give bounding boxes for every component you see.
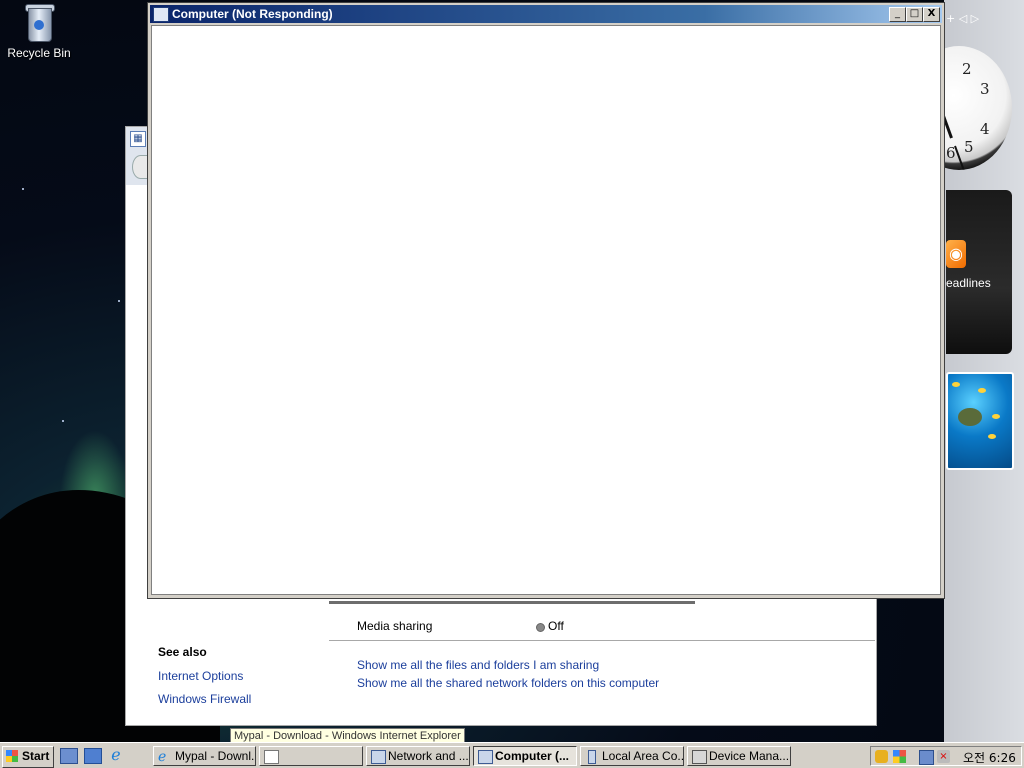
fish-shape bbox=[978, 388, 986, 393]
network-icon[interactable]: ▦ bbox=[130, 131, 146, 147]
clock-number: 4 bbox=[980, 120, 990, 138]
clock-number: 3 bbox=[980, 80, 990, 98]
maximize-button[interactable]: □ bbox=[906, 7, 923, 22]
system-tray: × 오전 6:26 bbox=[870, 746, 1022, 766]
task-network[interactable]: Network and ... bbox=[366, 746, 470, 766]
shared-folders-link[interactable]: Show me all the shared network folders o… bbox=[357, 676, 659, 690]
clock-number: 5 bbox=[964, 138, 974, 156]
star bbox=[118, 300, 120, 302]
task-device-manager[interactable]: Device Mana... bbox=[687, 746, 791, 766]
network-icon bbox=[371, 750, 386, 764]
media-sharing-value: Off bbox=[548, 619, 564, 633]
recycle-bin-label: Recycle Bin bbox=[7, 46, 71, 60]
network-status-icon[interactable] bbox=[919, 750, 934, 765]
network-adapter-icon bbox=[588, 750, 596, 764]
minimize-button[interactable]: _ bbox=[889, 7, 906, 22]
shared-files-link[interactable]: Show me all the files and folders I am s… bbox=[357, 658, 599, 672]
task-label: Network and ... bbox=[388, 749, 469, 763]
task-local-area[interactable]: Local Area Co... bbox=[580, 746, 684, 766]
volume-muted-icon[interactable]: × bbox=[937, 750, 950, 763]
media-sharing-label: Media sharing bbox=[357, 619, 433, 633]
show-desktop-icon[interactable] bbox=[60, 748, 78, 764]
security-shield-icon[interactable] bbox=[875, 750, 888, 763]
taskbar: Start ℯ ℯ Mypal - Downl... Network and .… bbox=[0, 742, 1024, 768]
close-button[interactable]: X bbox=[923, 7, 940, 22]
divider bbox=[329, 640, 875, 641]
separator bbox=[329, 601, 695, 604]
feed-headlines-gadget[interactable] bbox=[946, 190, 1012, 354]
windows-logo-icon bbox=[6, 750, 18, 762]
title-bar[interactable]: Computer (Not Responding) _ □ X bbox=[150, 5, 942, 23]
taskbar-clock[interactable]: 오전 6:26 bbox=[963, 749, 1016, 766]
fish-shape bbox=[988, 434, 996, 439]
window-icon bbox=[264, 750, 279, 764]
fish-shape bbox=[992, 414, 1000, 419]
computer-icon bbox=[478, 750, 493, 764]
network-window-toolbar: ▦ bbox=[126, 127, 149, 185]
fish-shape bbox=[952, 382, 960, 387]
task-blank[interactable] bbox=[259, 746, 363, 766]
internet-options-link[interactable]: Internet Options bbox=[158, 669, 243, 683]
task-mypal[interactable]: ℯ Mypal - Downl... bbox=[153, 746, 256, 766]
computer-window[interactable]: Computer (Not Responding) _ □ X bbox=[147, 2, 945, 599]
start-label: Start bbox=[22, 749, 50, 763]
task-label: Device Mana... bbox=[709, 749, 790, 763]
star bbox=[22, 188, 24, 190]
task-label: Computer (... bbox=[495, 749, 569, 763]
internet-explorer-icon: ℯ bbox=[158, 748, 167, 764]
windows-flag-icon[interactable] bbox=[893, 750, 906, 763]
internet-explorer-icon[interactable]: ℯ bbox=[108, 747, 124, 763]
start-button[interactable]: Start bbox=[2, 746, 54, 768]
feed-headlines-label: eadlines bbox=[946, 276, 991, 290]
status-dot-icon bbox=[536, 623, 545, 632]
rss-icon: ◉ bbox=[946, 240, 966, 268]
clock-number: 2 bbox=[962, 60, 972, 78]
see-also-heading: See also bbox=[158, 645, 207, 659]
window-title: Computer (Not Responding) bbox=[172, 7, 333, 21]
switch-windows-icon[interactable] bbox=[84, 748, 102, 764]
sidebar-controls[interactable]: + ◁ ▷ bbox=[946, 12, 1022, 28]
star bbox=[62, 420, 64, 422]
computer-icon bbox=[153, 7, 169, 22]
device-manager-icon bbox=[692, 750, 707, 764]
slideshow-gadget[interactable] bbox=[946, 372, 1014, 470]
task-label: Local Area Co... bbox=[602, 749, 684, 763]
recycle-bin-icon bbox=[24, 2, 55, 42]
task-computer[interactable]: Computer (... bbox=[473, 746, 577, 766]
task-label: Mypal - Downl... bbox=[175, 749, 256, 763]
turtle-shape bbox=[958, 408, 982, 426]
recycle-bin[interactable]: Recycle Bin bbox=[6, 2, 72, 60]
windows-firewall-link[interactable]: Windows Firewall bbox=[158, 692, 251, 706]
window-client-area[interactable] bbox=[151, 25, 941, 595]
